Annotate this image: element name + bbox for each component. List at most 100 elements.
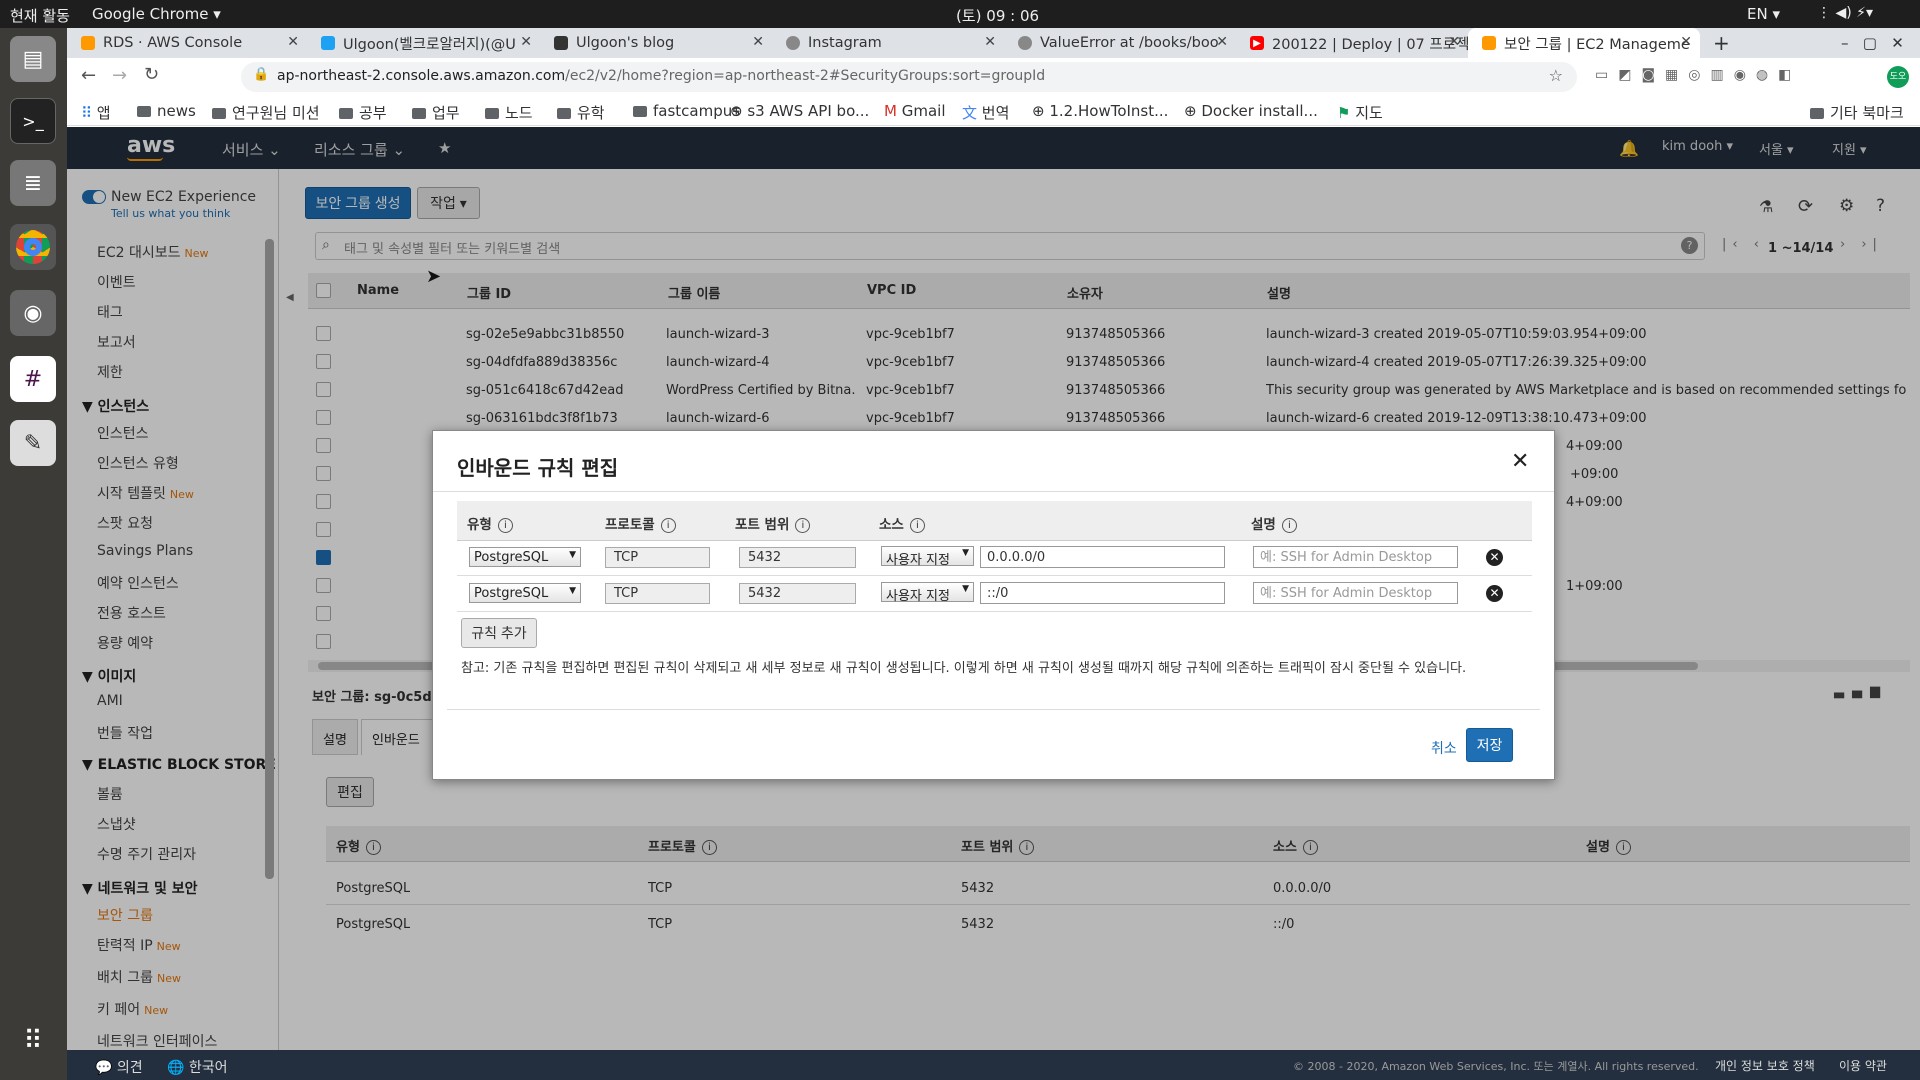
globe-icon: 🌐 [167, 1060, 185, 1076]
tab-rds[interactable]: RDS · AWS Console ✕ [67, 28, 307, 58]
folder-icon [412, 108, 426, 119]
aws-favicon-icon [1482, 36, 1496, 50]
close-tab-icon[interactable]: ✕ [1680, 34, 1692, 50]
rule-type-select[interactable]: PostgreSQL ▼ [469, 547, 581, 567]
chevron-down-icon: ▼ [569, 550, 576, 560]
dialog-col-type: 유형 i [467, 513, 513, 533]
cancel-link[interactable]: 취소 [1431, 738, 1457, 758]
chevron-down-icon: ▼ [962, 584, 969, 594]
bookmark-translate[interactable]: 文 번역 [962, 102, 1009, 123]
dialog-title: 인바운드 규칙 편집 [457, 456, 619, 480]
profile-avatar[interactable]: 도오 [1887, 66, 1909, 88]
globe-icon [1018, 36, 1032, 50]
rule-port-field: 5432 [739, 547, 856, 568]
globe-icon: ⊕ [730, 102, 743, 120]
url-path: /ec2/v2/home?region=ap-northeast-2#Secur… [565, 68, 1046, 84]
close-tab-icon[interactable]: ✕ [984, 34, 996, 50]
bookmark-link[interactable]: ⊕ s3 AWS API bo... [730, 102, 869, 120]
tab-youtube[interactable]: ▶ 200122 | Deploy | 07 프로젝 ✕ [1236, 28, 1468, 58]
bookmark-link[interactable]: ⊕ 1.2.HowToInst... [1032, 102, 1168, 120]
remove-rule-icon[interactable]: ✕ [1486, 549, 1503, 566]
close-icon[interactable]: ✕ [1511, 449, 1529, 474]
dialog-col-protocol: 프로토콜 i [605, 513, 676, 533]
terminal-icon[interactable]: >_ [10, 98, 56, 144]
folder-icon [212, 108, 226, 119]
browser-toolbar: ← → ↻ 🔒 ap-northeast-2.console.aws.amazo… [67, 58, 1920, 96]
copyright: © 2008 - 2020, Amazon Web Services, Inc.… [1293, 1060, 1699, 1073]
bookmark-folder[interactable]: 유학 [557, 102, 605, 123]
speech-bubble-icon: 💬 [95, 1060, 113, 1076]
folder-icon [485, 108, 499, 119]
terms-link[interactable]: 이용 약관 [1839, 1057, 1887, 1074]
close-tab-icon[interactable]: ✕ [752, 34, 764, 50]
bookmark-folder[interactable]: fastcampus [633, 102, 740, 120]
privacy-link[interactable]: 개인 정보 보호 정책 [1715, 1057, 1815, 1074]
rule-description-input[interactable] [1253, 582, 1458, 604]
bookmark-other[interactable]: 기타 북마크 [1810, 102, 1904, 123]
system-tray-icons[interactable]: ⋮ ◀) ⚡▾ [1817, 5, 1873, 21]
rule-source-mode-select[interactable]: 사용자 지정 ▼ [881, 546, 974, 568]
info-icon: i [497, 518, 513, 533]
folder-icon [633, 106, 647, 117]
bookmark-link[interactable]: ⊕ Docker install... [1184, 102, 1318, 120]
dialog-col-port: 포트 범위 i [735, 513, 811, 533]
bookmark-folder[interactable]: 업무 [412, 102, 460, 123]
bookmark-star-icon[interactable]: ☆ [1549, 66, 1563, 85]
rule-port-field: 5432 [739, 583, 856, 604]
remove-rule-icon[interactable]: ✕ [1486, 585, 1503, 602]
bookmark-apps[interactable]: ⠿ 앱 [81, 102, 111, 123]
dock: ▤ >_ ≣ ◉ # ✎ ⠿ [0, 28, 67, 1080]
back-icon[interactable]: ← [81, 65, 96, 86]
save-button[interactable]: 저장 [1466, 728, 1513, 762]
show-apps-icon[interactable]: ⠿ [10, 1018, 56, 1064]
close-tab-icon[interactable]: ✕ [1216, 34, 1228, 50]
rule-type-select[interactable]: PostgreSQL ▼ [469, 583, 581, 603]
dialog-col-description: 설명 i [1251, 513, 1297, 533]
feedback-link[interactable]: 💬 의견 [95, 1057, 143, 1077]
window-controls[interactable]: – ▢ ✕ [1827, 28, 1917, 58]
rule-description-input[interactable] [1253, 546, 1458, 568]
bookmark-folder[interactable]: 연구원님 미션 [212, 102, 320, 123]
input-language[interactable]: EN ▾ [1747, 5, 1780, 23]
slack-icon[interactable]: # [10, 356, 56, 402]
reload-icon[interactable]: ↻ [144, 64, 159, 85]
forward-icon[interactable]: → [112, 65, 127, 86]
bookmark-maps[interactable]: ⚑ 지도 [1337, 102, 1383, 123]
bookmark-folder[interactable]: news [137, 102, 196, 120]
rule-source-mode-select[interactable]: 사용자 지정 ▼ [881, 582, 974, 604]
tab-instagram[interactable]: Instagram ✕ [772, 28, 1004, 58]
bookmark-folder[interactable]: 공부 [339, 102, 387, 123]
close-tab-icon[interactable]: ✕ [520, 34, 532, 50]
camera-icon[interactable]: ◉ [10, 290, 56, 336]
app-menu[interactable]: Google Chrome ▾ [92, 5, 221, 23]
address-bar[interactable]: 🔒 ap-northeast-2.console.aws.amazon.com/… [241, 62, 1577, 92]
new-tab-button[interactable]: + [1707, 28, 1737, 58]
tab-twitter[interactable]: Ulgoon(벨크로알러지)(@U ✕ [307, 28, 540, 58]
database-icon[interactable]: ≣ [10, 160, 56, 206]
close-tab-icon[interactable]: ✕ [287, 34, 299, 50]
extension-icons[interactable]: ▭◩◙▦◎▥◉◍◧ [1595, 67, 1801, 83]
folder-icon [557, 108, 571, 119]
rule-source-input[interactable] [980, 582, 1225, 604]
tab-blog[interactable]: Ulgoon's blog ✕ [540, 28, 772, 58]
clock[interactable]: (토) 09 : 06 [956, 5, 1039, 26]
info-icon: i [909, 518, 925, 533]
system-top-bar: 현재 활동 Google Chrome ▾ (토) 09 : 06 EN ▾ ⋮… [0, 0, 1920, 28]
tab-valueerror[interactable]: ValueError at /books/boo ✕ [1004, 28, 1236, 58]
file-cabinet-icon[interactable]: ▤ [10, 36, 56, 82]
dialog-col-source: 소스 i [879, 513, 925, 533]
language-selector[interactable]: 🌐 한국어 [167, 1057, 228, 1077]
activities-button[interactable]: 현재 활동 [10, 5, 70, 26]
add-rule-button[interactable]: 규칙 추가 [461, 618, 537, 648]
bookmark-gmail[interactable]: M Gmail [884, 102, 946, 120]
close-tab-icon[interactable]: ✕ [1448, 34, 1460, 50]
map-pin-icon: ⚑ [1337, 104, 1351, 122]
apps-grid-icon: ⠿ [81, 104, 92, 122]
text-editor-icon[interactable]: ✎ [10, 420, 56, 466]
url-host: ap-northeast-2.console.aws.amazon.com [277, 68, 566, 84]
chrome-icon[interactable] [10, 224, 56, 270]
rule-source-input[interactable] [980, 546, 1225, 568]
tab-ec2-security-groups[interactable]: 보안 그룹 | EC2 Manageme ✕ [1468, 28, 1700, 58]
bookmark-folder[interactable]: 노드 [485, 102, 533, 123]
edit-inbound-rules-dialog: 인바운드 규칙 편집 ✕ 유형 i 프로토콜 i 포트 범위 i 소스 i 설명 i Po… [432, 430, 1555, 780]
